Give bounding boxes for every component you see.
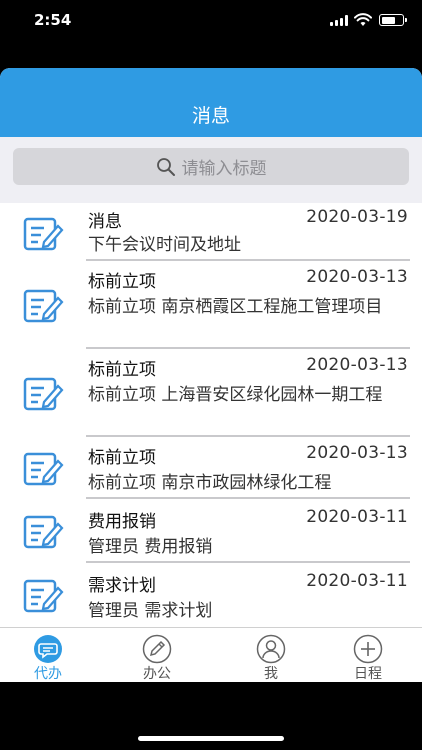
nav-header: 消息 [0,68,422,137]
list-item[interactable]: 标前立项 2020-03-13 标前立项 南京市政园林绿化工程 [0,437,422,499]
chat-bubble-icon [34,635,62,663]
battery-icon [379,14,404,26]
list-item[interactable]: 需求计划 2020-03-11 管理员 需求计划 [0,563,422,627]
message-body: 管理员 需求计划 [88,601,213,621]
user-icon [256,634,286,664]
pencil-icon [142,634,172,664]
message-title: 标前立项 [88,272,156,292]
message-list: 消息 2020-03-19 下午会议时间及地址 标前立项 2020-03-13 … [0,203,422,627]
edit-note-icon [23,377,64,411]
message-date: 2020-03-11 [306,571,408,591]
tab-label: 日程 [354,666,382,682]
message-title: 标前立项 [88,360,156,380]
message-title: 消息 [88,212,122,232]
message-date: 2020-03-13 [306,267,408,287]
page-title: 消息 [191,105,230,127]
phone-screen: 2:54 消息 请输入标题 消息 2020-03-19 下午会议时间及地址 标前… [0,0,422,750]
message-body: 管理员 费用报销 [88,537,213,557]
list-item[interactable]: 消息 2020-03-19 下午会议时间及地址 [0,203,422,261]
message-body: 标前立项 南京栖霞区工程施工管理项目 [88,297,383,317]
search-icon [156,157,175,176]
plus-circle-icon [353,634,383,664]
app-container: 消息 请输入标题 消息 2020-03-19 下午会议时间及地址 标前立项 20… [0,68,422,682]
tab-schedule[interactable]: 日程 [328,628,408,682]
list-item[interactable]: 费用报销 2020-03-11 管理员 费用报销 [0,499,422,563]
message-title: 需求计划 [88,576,156,596]
search-placeholder: 请输入标题 [181,159,267,179]
status-bar: 2:54 [0,0,422,44]
message-title: 费用报销 [88,512,156,532]
message-title: 标前立项 [88,448,156,468]
message-date: 2020-03-11 [306,507,408,527]
wifi-icon [354,13,372,26]
bottom-tab-bar: 代办 办公 我 日程 [0,627,422,682]
message-date: 2020-03-13 [306,355,408,375]
tab-office[interactable]: 办公 [117,628,197,682]
battery-tip [405,18,407,22]
search-input[interactable]: 请输入标题 [13,148,409,185]
edit-note-icon [23,515,64,549]
message-body: 下午会议时间及地址 [88,235,241,255]
tab-label: 代办 [34,666,62,682]
message-body: 标前立项 上海晋安区绿化园林一期工程 [88,385,383,405]
tab-label: 办公 [143,666,171,682]
status-time: 2:54 [34,11,72,29]
list-item[interactable]: 标前立项 2020-03-13 标前立项 上海晋安区绿化园林一期工程 [0,349,422,437]
edit-note-icon [23,452,64,486]
tab-todo[interactable]: 代办 [8,628,88,682]
edit-note-icon [23,217,64,251]
cellular-signal-icon [330,15,348,26]
edit-note-icon [23,579,64,613]
message-date: 2020-03-13 [306,443,408,463]
home-indicator[interactable] [138,736,284,741]
edit-note-icon [23,289,64,323]
message-body: 标前立项 南京市政园林绿化工程 [88,473,332,493]
list-item[interactable]: 标前立项 2020-03-13 标前立项 南京栖霞区工程施工管理项目 [0,261,422,349]
tab-label: 我 [264,666,278,682]
tab-me[interactable]: 我 [231,628,311,682]
message-date: 2020-03-19 [306,207,408,227]
search-area: 请输入标题 [0,137,422,203]
